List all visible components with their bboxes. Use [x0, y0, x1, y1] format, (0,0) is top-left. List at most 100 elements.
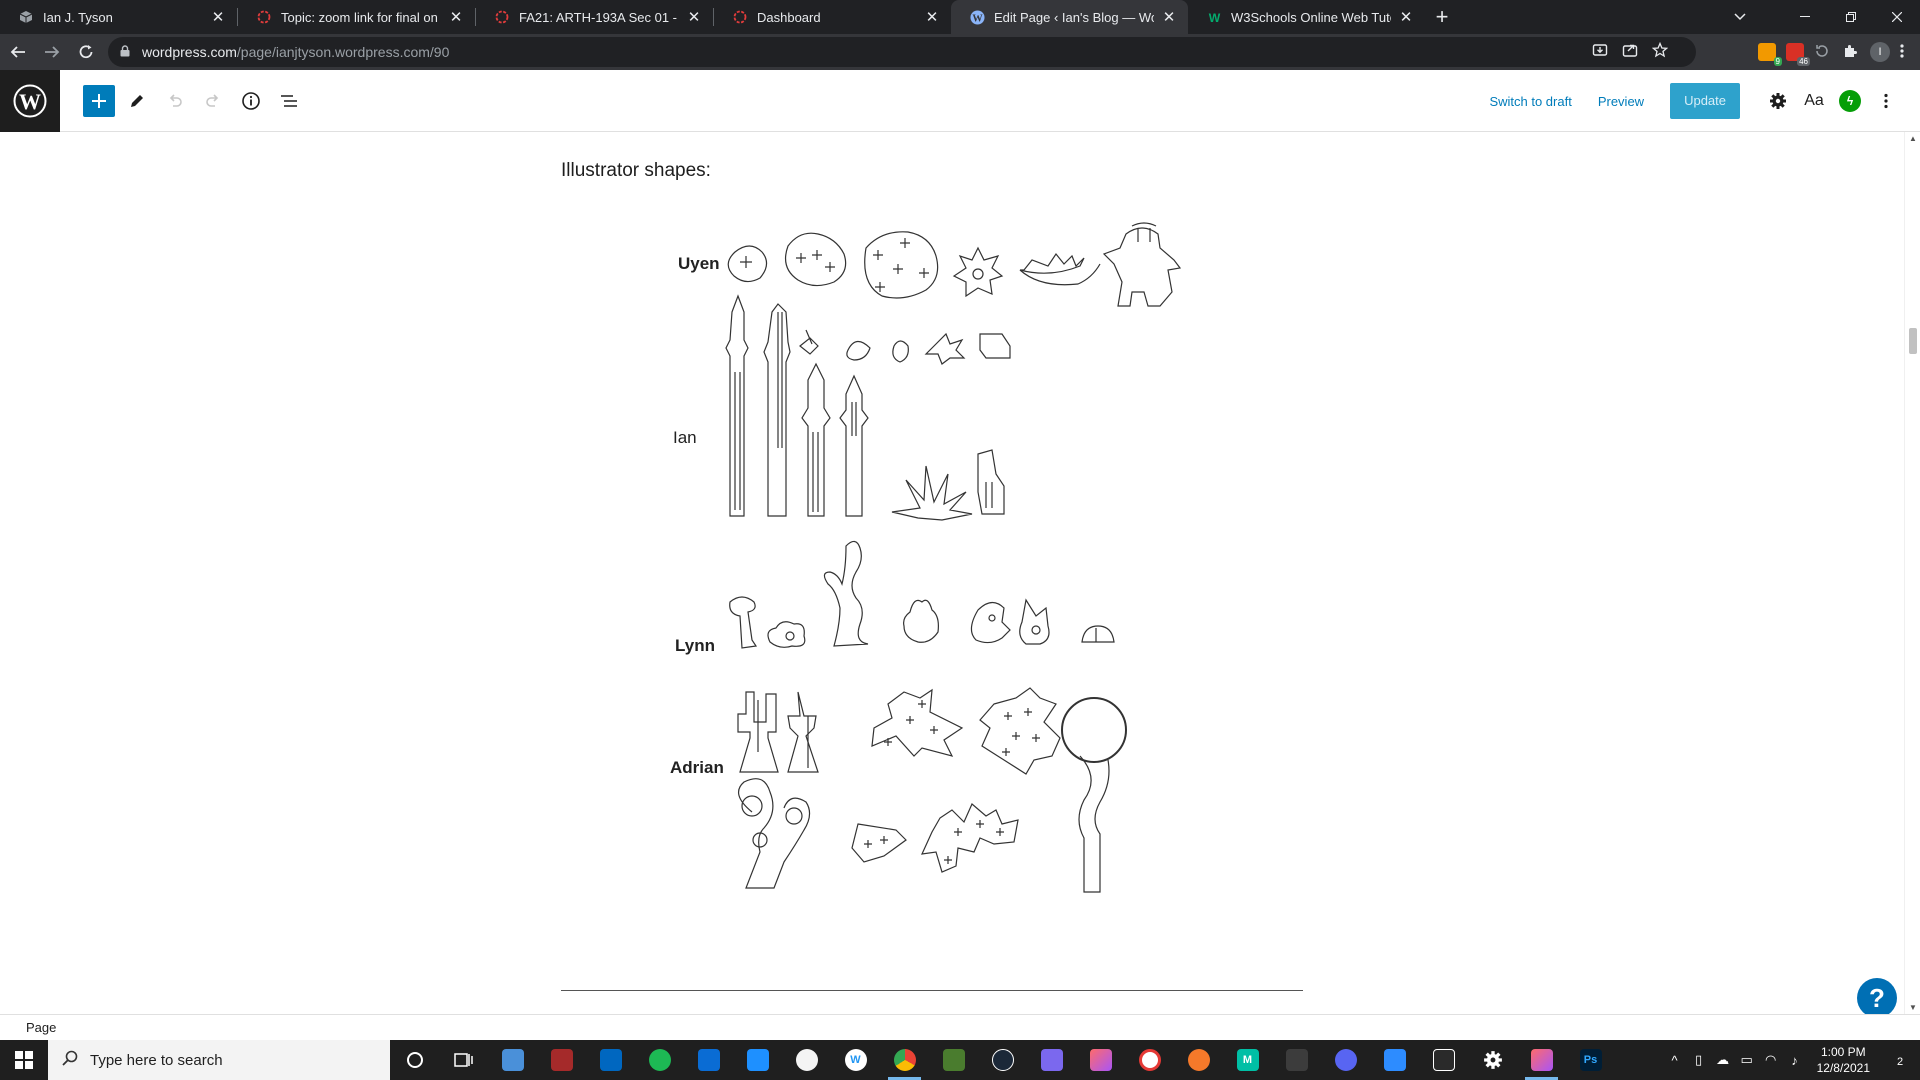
notification-center-icon[interactable]: 2: [1880, 1052, 1920, 1069]
edit-pencil-icon[interactable]: [121, 85, 153, 117]
tab-search-chevron-icon[interactable]: [1720, 0, 1760, 34]
history-icon[interactable]: [1814, 43, 1832, 61]
w-app-icon[interactable]: W: [831, 1040, 880, 1080]
undo-icon[interactable]: [159, 85, 191, 117]
scroll-down-arrow-icon[interactable]: ▼: [1905, 1003, 1920, 1012]
redo-icon[interactable]: [197, 85, 229, 117]
volume-icon[interactable]: ♪: [1783, 1053, 1807, 1068]
extension-icon[interactable]: 9: [1758, 43, 1782, 66]
scrollbar-thumb[interactable]: [1909, 328, 1917, 354]
m-app-icon[interactable]: M: [1223, 1040, 1272, 1080]
update-button[interactable]: Update: [1670, 83, 1740, 119]
task-view-icon[interactable]: [439, 1040, 488, 1080]
bookmark-star-icon[interactable]: [1651, 41, 1669, 62]
store-app-icon[interactable]: [586, 1040, 635, 1080]
taskbar-search-box[interactable]: Type here to search: [48, 1040, 390, 1080]
tab-title: Topic: zoom link for final on 12/9: [281, 9, 441, 25]
wifi-icon[interactable]: ◠: [1759, 1052, 1783, 1068]
device-icon[interactable]: ▯: [1687, 1052, 1711, 1068]
new-tab-button[interactable]: +: [1425, 0, 1459, 34]
more-options-icon[interactable]: [1868, 83, 1904, 119]
zoom-app-icon[interactable]: [1370, 1040, 1419, 1080]
reload-icon[interactable]: [70, 36, 102, 68]
puzzle-extensions-icon[interactable]: [1842, 43, 1860, 61]
shapes-drawing: [725, 222, 1182, 893]
close-tab-icon[interactable]: ✕: [923, 8, 941, 26]
browser-tab[interactable]: Ian J. Tyson ✕: [0, 0, 237, 34]
file-explorer-app-icon[interactable]: [488, 1040, 537, 1080]
back-arrow-icon[interactable]: [2, 36, 34, 68]
browser-tab[interactable]: W W3Schools Online Web Tutorials ✕: [1188, 0, 1425, 34]
list-view-icon[interactable]: [273, 85, 305, 117]
paint-app-icon[interactable]: [1027, 1040, 1076, 1080]
illustrator-shapes-image[interactable]: Uyen Ian Lynn Adrian: [660, 212, 1250, 932]
cortana-icon[interactable]: [390, 1040, 439, 1080]
taskbar-clock[interactable]: 1:00 PM 12/8/2021: [1817, 1044, 1870, 1076]
minimize-icon[interactable]: [1782, 0, 1828, 34]
spotify-app-icon[interactable]: [635, 1040, 684, 1080]
close-tab-icon[interactable]: ✕: [209, 8, 227, 26]
extension-icon[interactable]: 46: [1786, 43, 1810, 66]
game-app-icon[interactable]: [537, 1040, 586, 1080]
close-tab-icon[interactable]: ✕: [1397, 8, 1415, 26]
minecraft-app-icon[interactable]: [929, 1040, 978, 1080]
extension-badge: 46: [1797, 57, 1810, 66]
show-hidden-icons-icon[interactable]: ^: [1663, 1053, 1687, 1068]
settings-app-icon[interactable]: [1468, 1040, 1517, 1080]
separator-line: [561, 990, 1303, 991]
browser-tab[interactable]: Dashboard ✕: [714, 0, 951, 34]
notification-count: 2: [1896, 1055, 1904, 1068]
visual-studio-app-icon[interactable]: [1272, 1040, 1321, 1080]
typography-icon[interactable]: Aa: [1796, 83, 1832, 119]
calculator-app-icon[interactable]: [733, 1040, 782, 1080]
epic-games-app-icon[interactable]: [1419, 1040, 1468, 1080]
install-app-icon[interactable]: [1592, 42, 1608, 62]
paragraph-block[interactable]: Illustrator shapes:: [561, 160, 711, 182]
close-window-icon[interactable]: [1874, 0, 1920, 34]
editor-header: W Switch to draft Preview Update Aa ϟ: [0, 69, 1920, 132]
browser-tab-strip: Ian J. Tyson ✕ Topic: zoom link for fina…: [0, 0, 1920, 34]
windows-start-icon[interactable]: [0, 1040, 48, 1080]
canvas-icon: [494, 9, 510, 25]
scroll-up-arrow-icon[interactable]: ▲: [1905, 134, 1920, 143]
creative-cloud-app-icon[interactable]: [1517, 1040, 1566, 1080]
browser-tab-active[interactable]: W Edit Page ‹ Ian's Blog — WordPre ✕: [951, 0, 1188, 34]
creative-cloud-app-icon[interactable]: [1076, 1040, 1125, 1080]
blender-app-icon[interactable]: [1174, 1040, 1223, 1080]
itunes-app-icon[interactable]: [782, 1040, 831, 1080]
share-icon[interactable]: [1622, 42, 1638, 62]
mail-app-icon[interactable]: [684, 1040, 733, 1080]
extensions-area: 9 46 I: [1758, 36, 1912, 68]
restore-icon[interactable]: [1828, 0, 1874, 34]
photoshop-app-icon[interactable]: Ps: [1566, 1040, 1615, 1080]
close-tab-icon[interactable]: ✕: [1160, 8, 1178, 26]
settings-gear-icon[interactable]: [1760, 83, 1796, 119]
close-tab-icon[interactable]: ✕: [685, 8, 703, 26]
editor-canvas[interactable]: Illustrator shapes: Uyen Ian Lynn Adrian: [0, 132, 1904, 1014]
wordpress-logo-icon[interactable]: W: [0, 69, 60, 132]
switch-to-draft-button[interactable]: Switch to draft: [1489, 94, 1571, 109]
close-tab-icon[interactable]: ✕: [447, 8, 465, 26]
browser-tab[interactable]: FA21: ARTH-193A Sec 01 - World ✕: [476, 0, 713, 34]
profile-avatar[interactable]: I: [1870, 42, 1890, 62]
help-button[interactable]: ?: [1857, 978, 1897, 1018]
discord-app-icon[interactable]: [1321, 1040, 1370, 1080]
editor-footer: Page: [0, 1014, 1920, 1040]
onedrive-cloud-icon[interactable]: ☁: [1711, 1052, 1735, 1068]
browser-menu-icon[interactable]: [1900, 43, 1912, 61]
preview-button[interactable]: Preview: [1598, 94, 1644, 109]
svg-text:W: W: [1208, 11, 1220, 25]
details-info-icon[interactable]: [235, 85, 267, 117]
block-breadcrumb[interactable]: Page: [26, 1020, 56, 1035]
battery-icon[interactable]: ▭: [1735, 1052, 1759, 1068]
jetpack-button[interactable]: ϟ: [1832, 83, 1868, 119]
address-bar[interactable]: wordpress.com/page/ianjtyson.wordpress.c…: [108, 37, 1696, 67]
add-block-button[interactable]: [83, 84, 115, 117]
sketchbook-app-icon[interactable]: [1125, 1040, 1174, 1080]
forward-arrow-icon[interactable]: [36, 36, 68, 68]
steam-app-icon[interactable]: [978, 1040, 1027, 1080]
chrome-app-icon[interactable]: [880, 1040, 929, 1080]
browser-tab[interactable]: Topic: zoom link for final on 12/9 ✕: [238, 0, 475, 34]
editor-scrollbar[interactable]: ▲ ▼: [1904, 132, 1920, 1014]
window-controls: [1782, 0, 1920, 34]
